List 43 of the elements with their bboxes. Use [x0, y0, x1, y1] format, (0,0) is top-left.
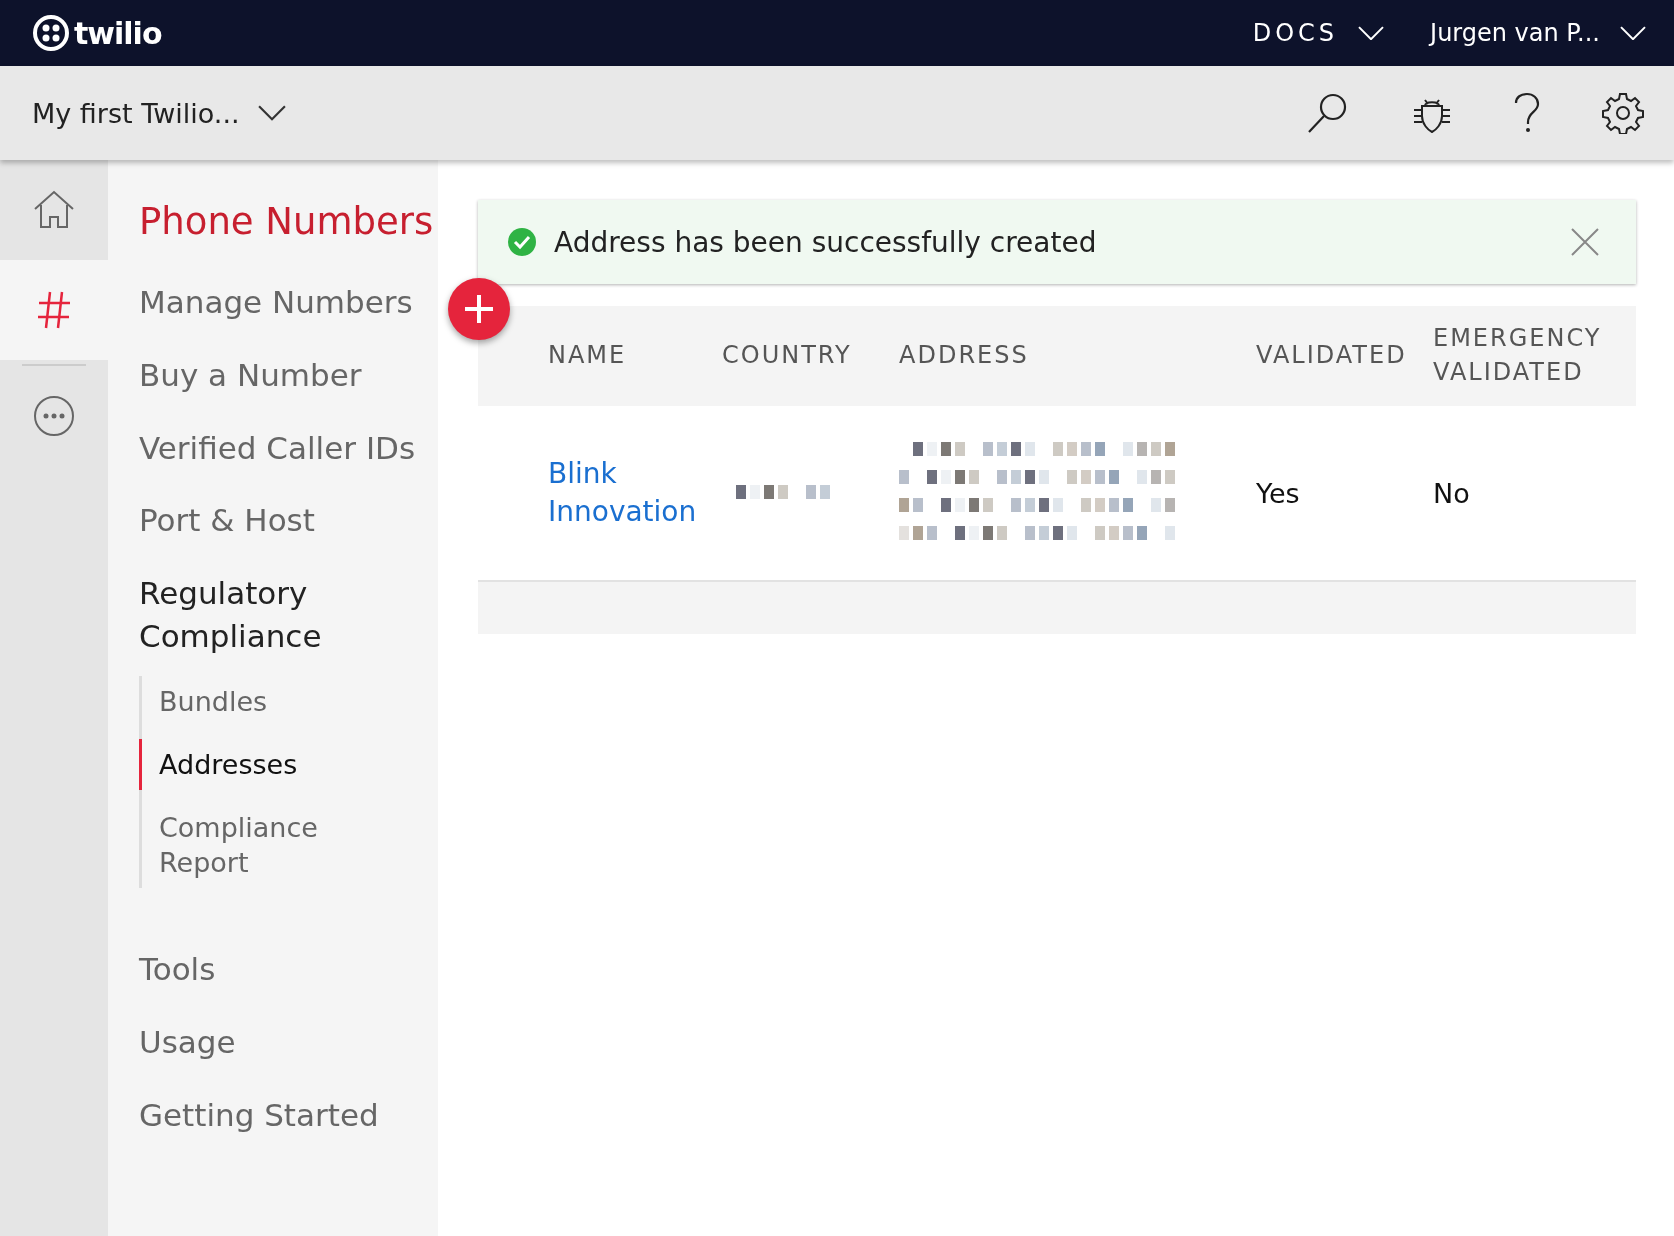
- settings-icon: [1602, 92, 1644, 134]
- project-selector[interactable]: My first Twilio...: [32, 97, 286, 129]
- column-header: EMERGENCY VALIDATED: [1433, 323, 1603, 388]
- chevron-down-icon: [1620, 25, 1646, 41]
- sidebar-item[interactable]: Regulatory Compliance: [139, 572, 438, 658]
- column-header: VALIDATED: [1256, 340, 1408, 372]
- sidebar-subitem[interactable]: Compliance Report: [139, 801, 329, 888]
- add-button[interactable]: [448, 278, 510, 340]
- more-icon: [33, 395, 75, 437]
- sidebar-item[interactable]: Verified Caller IDs: [139, 426, 438, 470]
- user-menu[interactable]: Jurgen van P...: [1430, 19, 1646, 47]
- sidebar-subitem[interactable]: Bundles: [139, 675, 329, 727]
- help-icon: [1514, 92, 1540, 134]
- help-button[interactable]: [1514, 92, 1540, 134]
- hash-nav-button[interactable]: [0, 260, 108, 360]
- check-circle-icon: [508, 228, 536, 256]
- address-name-link[interactable]: Blink Innovation: [548, 455, 720, 531]
- banner-message: Address has been successfully created: [554, 225, 1098, 259]
- close-icon: [1570, 227, 1600, 257]
- logo-icon: [32, 14, 70, 52]
- hash-icon: [37, 290, 71, 330]
- sidebar-title: Phone Numbers: [139, 200, 435, 243]
- column-header: NAME: [548, 340, 628, 372]
- docs-menu[interactable]: DOCS: [1252, 19, 1385, 47]
- logo[interactable]: twilio: [32, 14, 162, 52]
- chevron-down-icon: [1358, 25, 1385, 41]
- logo-text: twilio: [74, 15, 162, 51]
- close-button[interactable]: [1570, 227, 1600, 257]
- sidebar-item[interactable]: Tools: [139, 947, 438, 991]
- sidebar-item[interactable]: Usage: [139, 1020, 438, 1064]
- sidebar-subitem[interactable]: Addresses: [139, 738, 329, 790]
- sidebar-item[interactable]: Manage Numbers: [139, 281, 438, 324]
- sidebar-item[interactable]: Port & Host: [139, 499, 438, 543]
- sidebar-item[interactable]: Getting Started: [139, 1093, 438, 1137]
- home-icon: [33, 190, 75, 230]
- column-header: COUNTRY: [722, 340, 853, 372]
- table-cell-text: Yes: [1256, 477, 1301, 509]
- plus-icon: [463, 293, 495, 325]
- column-header: ADDRESS: [899, 340, 1030, 372]
- table-cell-text: No: [1433, 477, 1471, 509]
- settings-button[interactable]: [1602, 92, 1644, 134]
- chevron-down-icon: [257, 105, 286, 121]
- sidebar-item[interactable]: Buy a Number: [139, 353, 438, 397]
